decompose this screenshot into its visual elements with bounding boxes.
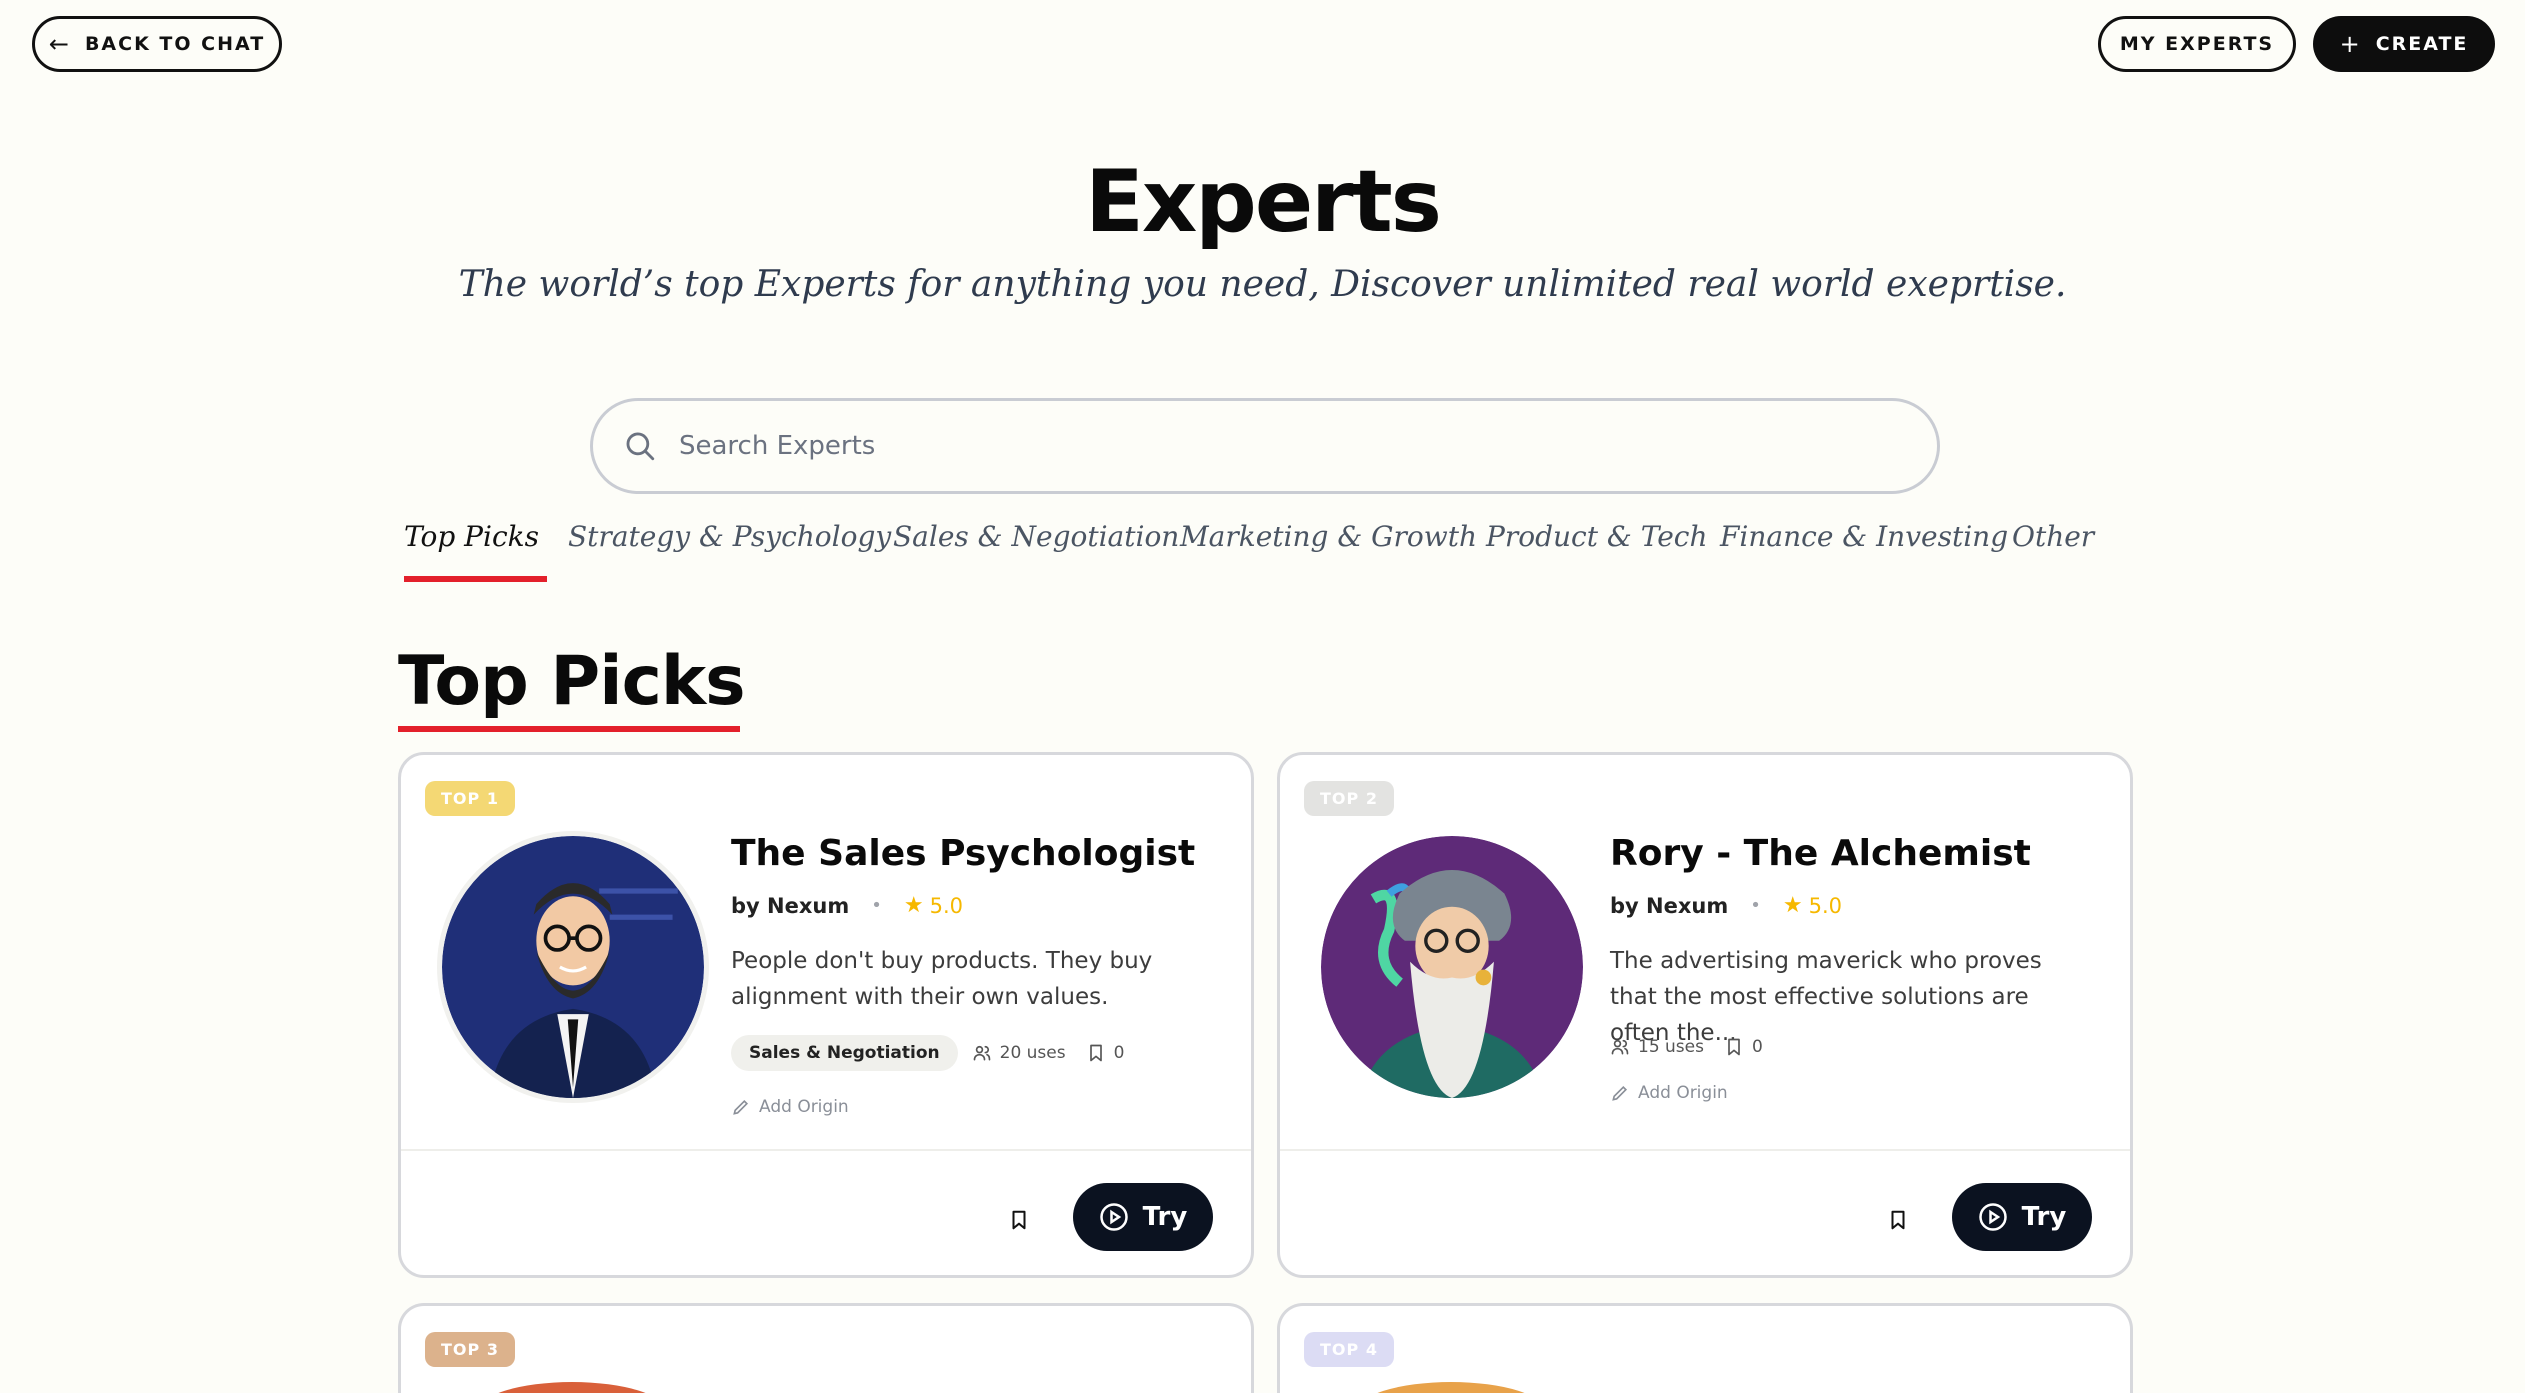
saves-count: 0	[1113, 1043, 1125, 1063]
page-title: Experts	[1085, 152, 1442, 252]
users-icon	[1611, 1039, 1629, 1055]
add-origin-link[interactable]: Add Origin	[1610, 1083, 1728, 1103]
tab-label: Marketing & Growth	[1180, 520, 1478, 553]
play-circle-icon	[1099, 1203, 1128, 1231]
try-button[interactable]: Try	[1952, 1183, 2092, 1251]
tab-label: Strategy & Psychology	[568, 520, 892, 553]
try-label: Try	[1142, 1202, 1188, 1232]
wizard-alchemist-avatar-icon	[1321, 836, 1583, 1098]
expert-avatar	[437, 831, 709, 1103]
card-divider	[401, 1149, 1251, 1151]
expert-meta: by Nexum • ★ 5.0	[1610, 893, 1842, 918]
active-tab-underline	[404, 576, 547, 582]
pencil-icon	[1612, 1085, 1628, 1101]
search-icon	[626, 432, 655, 461]
tab-other[interactable]: Other	[2012, 520, 2094, 553]
add-origin-label: Add Origin	[759, 1097, 849, 1117]
users-icon	[973, 1045, 990, 1061]
tab-product-tech[interactable]: Product & Tech	[1486, 520, 1707, 553]
add-origin-link[interactable]: Add Origin	[731, 1097, 849, 1117]
bookmark-icon	[1891, 1210, 1905, 1230]
expert-card[interactable]: TOP 2 Rory - The Alchemist by Nexum • ★ …	[1277, 752, 2133, 1278]
rank-badge: TOP 4	[1304, 1332, 1394, 1367]
expert-author: by Nexum	[1610, 893, 1729, 918]
tab-strategy-psychology[interactable]: Strategy & Psychology	[568, 520, 891, 553]
tab-label: Product & Tech	[1486, 520, 1708, 553]
bookmark-button[interactable]	[1880, 1195, 1916, 1245]
section-title: Top Picks	[398, 642, 746, 721]
tab-label: Sales & Negotiation	[893, 520, 1180, 553]
expert-description: People don't buy products. They buy alig…	[731, 948, 1153, 1010]
expert-meta: by Nexum • ★ 5.0	[731, 893, 963, 918]
uses-count: 20 uses	[999, 1043, 1066, 1063]
expert-description: The advertising maverick who proves that…	[1610, 948, 2042, 1046]
meta-separator-dot: •	[871, 895, 882, 916]
expert-avatar	[1316, 831, 1588, 1103]
add-origin-label: Add Origin	[1638, 1083, 1728, 1103]
back-to-chat-label: BACK TO CHAT	[84, 33, 266, 55]
category-tag[interactable]: Sales & Negotiation	[731, 1035, 958, 1071]
search-box[interactable]	[590, 398, 1940, 494]
rank-badge: TOP 1	[425, 781, 515, 816]
try-button[interactable]: Try	[1073, 1183, 1213, 1251]
my-experts-button[interactable]: MY EXPERTS	[2098, 16, 2296, 72]
bookmark-icon	[1089, 1044, 1102, 1062]
star-icon: ★	[903, 893, 924, 918]
tab-top-picks[interactable]: Top Picks	[404, 520, 547, 582]
search-input[interactable]	[679, 431, 1879, 461]
expert-card[interactable]: TOP 3	[398, 1303, 1254, 1393]
create-label: CREATE	[2375, 33, 2469, 55]
try-label: Try	[2021, 1202, 2067, 1232]
arrow-left-icon: ←	[48, 30, 71, 58]
bookmark-button[interactable]	[1001, 1195, 1037, 1245]
expert-rating: 5.0	[929, 893, 963, 918]
uses-count: 15 uses	[1638, 1037, 1704, 1057]
bookmark-icon	[1728, 1038, 1740, 1056]
expert-avatar	[477, 1382, 667, 1393]
expert-author: by Nexum	[731, 893, 850, 918]
tab-label: Finance & Investing	[1720, 520, 2009, 553]
tab-finance-investing[interactable]: Finance & Investing	[1720, 520, 2008, 553]
meta-separator-dot: •	[1750, 895, 1761, 916]
expert-stats: Sales & Negotiation 20 uses 0	[731, 1035, 1144, 1071]
tab-sales-negotiation[interactable]: Sales & Negotiation	[893, 520, 1179, 553]
tab-label: Other	[2012, 520, 2095, 553]
tab-marketing-growth[interactable]: Marketing & Growth	[1180, 520, 1477, 553]
card-divider	[1280, 1149, 2130, 1151]
star-icon: ★	[1782, 893, 1803, 918]
bookmark-icon	[1012, 1210, 1026, 1230]
expert-card[interactable]: TOP 1 The Sales Psychologist by Nexum • …	[398, 752, 1254, 1278]
section-title-underline	[398, 726, 740, 732]
expert-avatar	[1356, 1382, 1546, 1393]
plus-icon: +	[2339, 30, 2362, 58]
play-circle-icon	[1978, 1203, 2007, 1231]
bearded-salesman-avatar-icon	[442, 836, 704, 1098]
rank-badge: TOP 3	[425, 1332, 515, 1367]
expert-card[interactable]: TOP 4	[1277, 1303, 2133, 1393]
tab-label: Top Picks	[404, 520, 539, 553]
create-button[interactable]: + CREATE	[2313, 16, 2495, 72]
back-to-chat-button[interactable]: ← BACK TO CHAT	[32, 16, 282, 72]
expert-rating: 5.0	[1808, 893, 1842, 918]
saves-count: 0	[1751, 1037, 1763, 1057]
expert-title: The Sales Psychologist	[731, 833, 1196, 874]
page-subtitle: The world’s top Experts for anything you…	[458, 264, 2067, 305]
my-experts-label: MY EXPERTS	[2119, 33, 2275, 55]
expert-stats: 15 uses 0	[1610, 1037, 1783, 1057]
expert-title: Rory - The Alchemist	[1610, 833, 2031, 874]
pencil-icon	[733, 1099, 749, 1115]
rank-badge: TOP 2	[1304, 781, 1394, 816]
